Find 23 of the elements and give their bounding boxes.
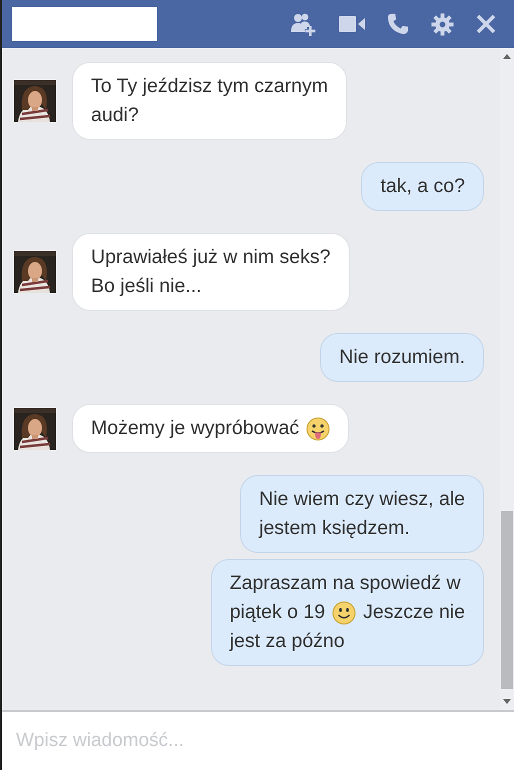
message-text: jest za późno bbox=[230, 629, 345, 654]
settings-icon[interactable] bbox=[431, 12, 454, 36]
video-camera-icon[interactable] bbox=[339, 15, 365, 33]
message-text: audi? bbox=[91, 103, 139, 128]
message-text: Uprawiałeś już w nim seks? bbox=[91, 245, 330, 270]
scroll-up-icon[interactable] bbox=[503, 54, 511, 59]
scroll-down-icon[interactable] bbox=[503, 699, 511, 704]
smiley-emoji-icon bbox=[332, 600, 356, 624]
message-text: Nie rozumiem. bbox=[339, 345, 465, 370]
message-text: tak, a co? bbox=[380, 174, 465, 199]
add-person-icon[interactable] bbox=[291, 12, 317, 36]
scrollbar-thumb[interactable] bbox=[501, 511, 513, 689]
message-text: Zapraszam na spowiedź w bbox=[230, 571, 461, 596]
message-text: Bo jeśli nie... bbox=[91, 274, 202, 299]
message-text: To Ty jeździsz tym czarnym bbox=[91, 74, 328, 99]
message-text: jestem księdzem. bbox=[259, 516, 410, 541]
tongue-emoji-icon bbox=[306, 416, 330, 440]
message-text: Możemy je wypróbować bbox=[91, 416, 300, 441]
message-text: Jeszcze nie bbox=[363, 600, 465, 625]
close-icon[interactable] bbox=[476, 14, 496, 34]
message-text: piątek o 19 bbox=[230, 600, 326, 625]
phone-icon[interactable] bbox=[387, 13, 409, 35]
message-text: Nie wiem czy wiesz, ale bbox=[259, 487, 465, 512]
